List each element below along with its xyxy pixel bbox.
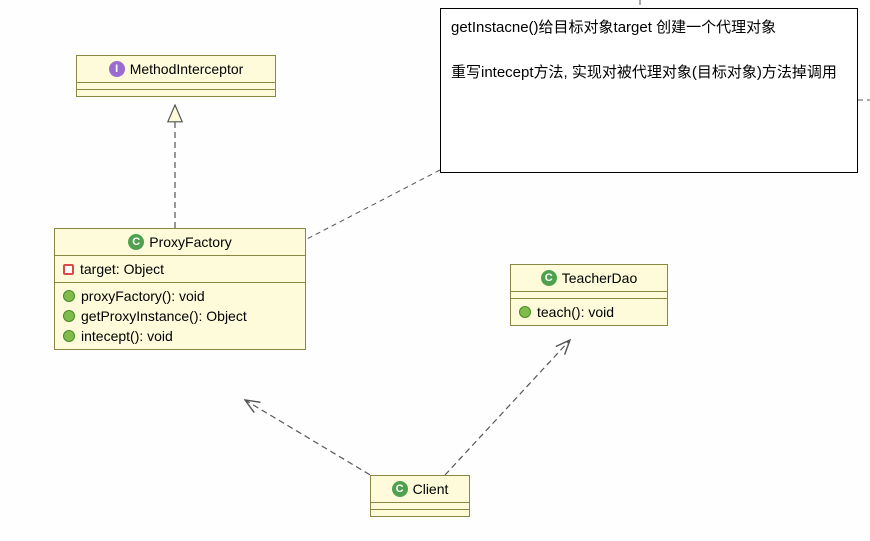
class-icon: C bbox=[541, 270, 557, 286]
attribute-label: target: Object bbox=[80, 261, 164, 277]
operation-row: proxyFactory(): void bbox=[63, 286, 297, 306]
operations-compartment: proxyFactory(): void getProxyInstance():… bbox=[55, 283, 305, 349]
class-title: C ProxyFactory bbox=[55, 229, 305, 256]
empty-compartment bbox=[77, 90, 275, 96]
class-title: C Client bbox=[371, 476, 469, 503]
note-line-1: getInstacne()给目标对象target 创建一个代理对象 bbox=[451, 17, 847, 40]
operation-label: intecept(): void bbox=[81, 328, 173, 344]
empty-compartment bbox=[371, 510, 469, 516]
visibility-public-icon bbox=[63, 290, 75, 302]
class-icon: C bbox=[128, 234, 144, 250]
operation-row: getProxyInstance(): Object bbox=[63, 306, 297, 326]
note-line-2: 重写intecept方法, 实现对被代理对象(目标对象)方法掉调用 bbox=[451, 62, 847, 85]
class-teacherdao: C TeacherDao teach(): void bbox=[510, 264, 668, 326]
interface-icon: I bbox=[109, 61, 125, 77]
attributes-compartment: target: Object bbox=[55, 256, 305, 283]
empty-compartment bbox=[77, 83, 275, 90]
empty-compartment bbox=[371, 503, 469, 510]
class-name-label: ProxyFactory bbox=[149, 234, 231, 250]
class-methodinterceptor: I MethodInterceptor bbox=[76, 55, 276, 97]
operation-label: getProxyInstance(): Object bbox=[81, 308, 247, 324]
class-name-label: TeacherDao bbox=[562, 270, 638, 286]
visibility-public-icon bbox=[519, 306, 531, 318]
class-proxyfactory: C ProxyFactory target: Object proxyFacto… bbox=[54, 228, 306, 350]
note-box: getInstacne()给目标对象target 创建一个代理对象 重写inte… bbox=[440, 8, 858, 173]
attribute-row: target: Object bbox=[63, 259, 297, 279]
class-title: I MethodInterceptor bbox=[77, 56, 275, 83]
class-name-label: Client bbox=[413, 481, 449, 497]
visibility-public-icon bbox=[63, 310, 75, 322]
operation-row: intecept(): void bbox=[63, 326, 297, 346]
class-icon: C bbox=[392, 481, 408, 497]
class-client: C Client bbox=[370, 475, 470, 517]
visibility-public-icon bbox=[63, 330, 75, 342]
operation-label: teach(): void bbox=[537, 304, 614, 320]
class-title: C TeacherDao bbox=[511, 265, 667, 292]
operation-label: proxyFactory(): void bbox=[81, 288, 205, 304]
empty-compartment bbox=[511, 292, 667, 299]
class-name-label: MethodInterceptor bbox=[130, 61, 244, 77]
operations-compartment: teach(): void bbox=[511, 299, 667, 325]
visibility-private-icon bbox=[63, 264, 74, 275]
operation-row: teach(): void bbox=[519, 302, 659, 322]
